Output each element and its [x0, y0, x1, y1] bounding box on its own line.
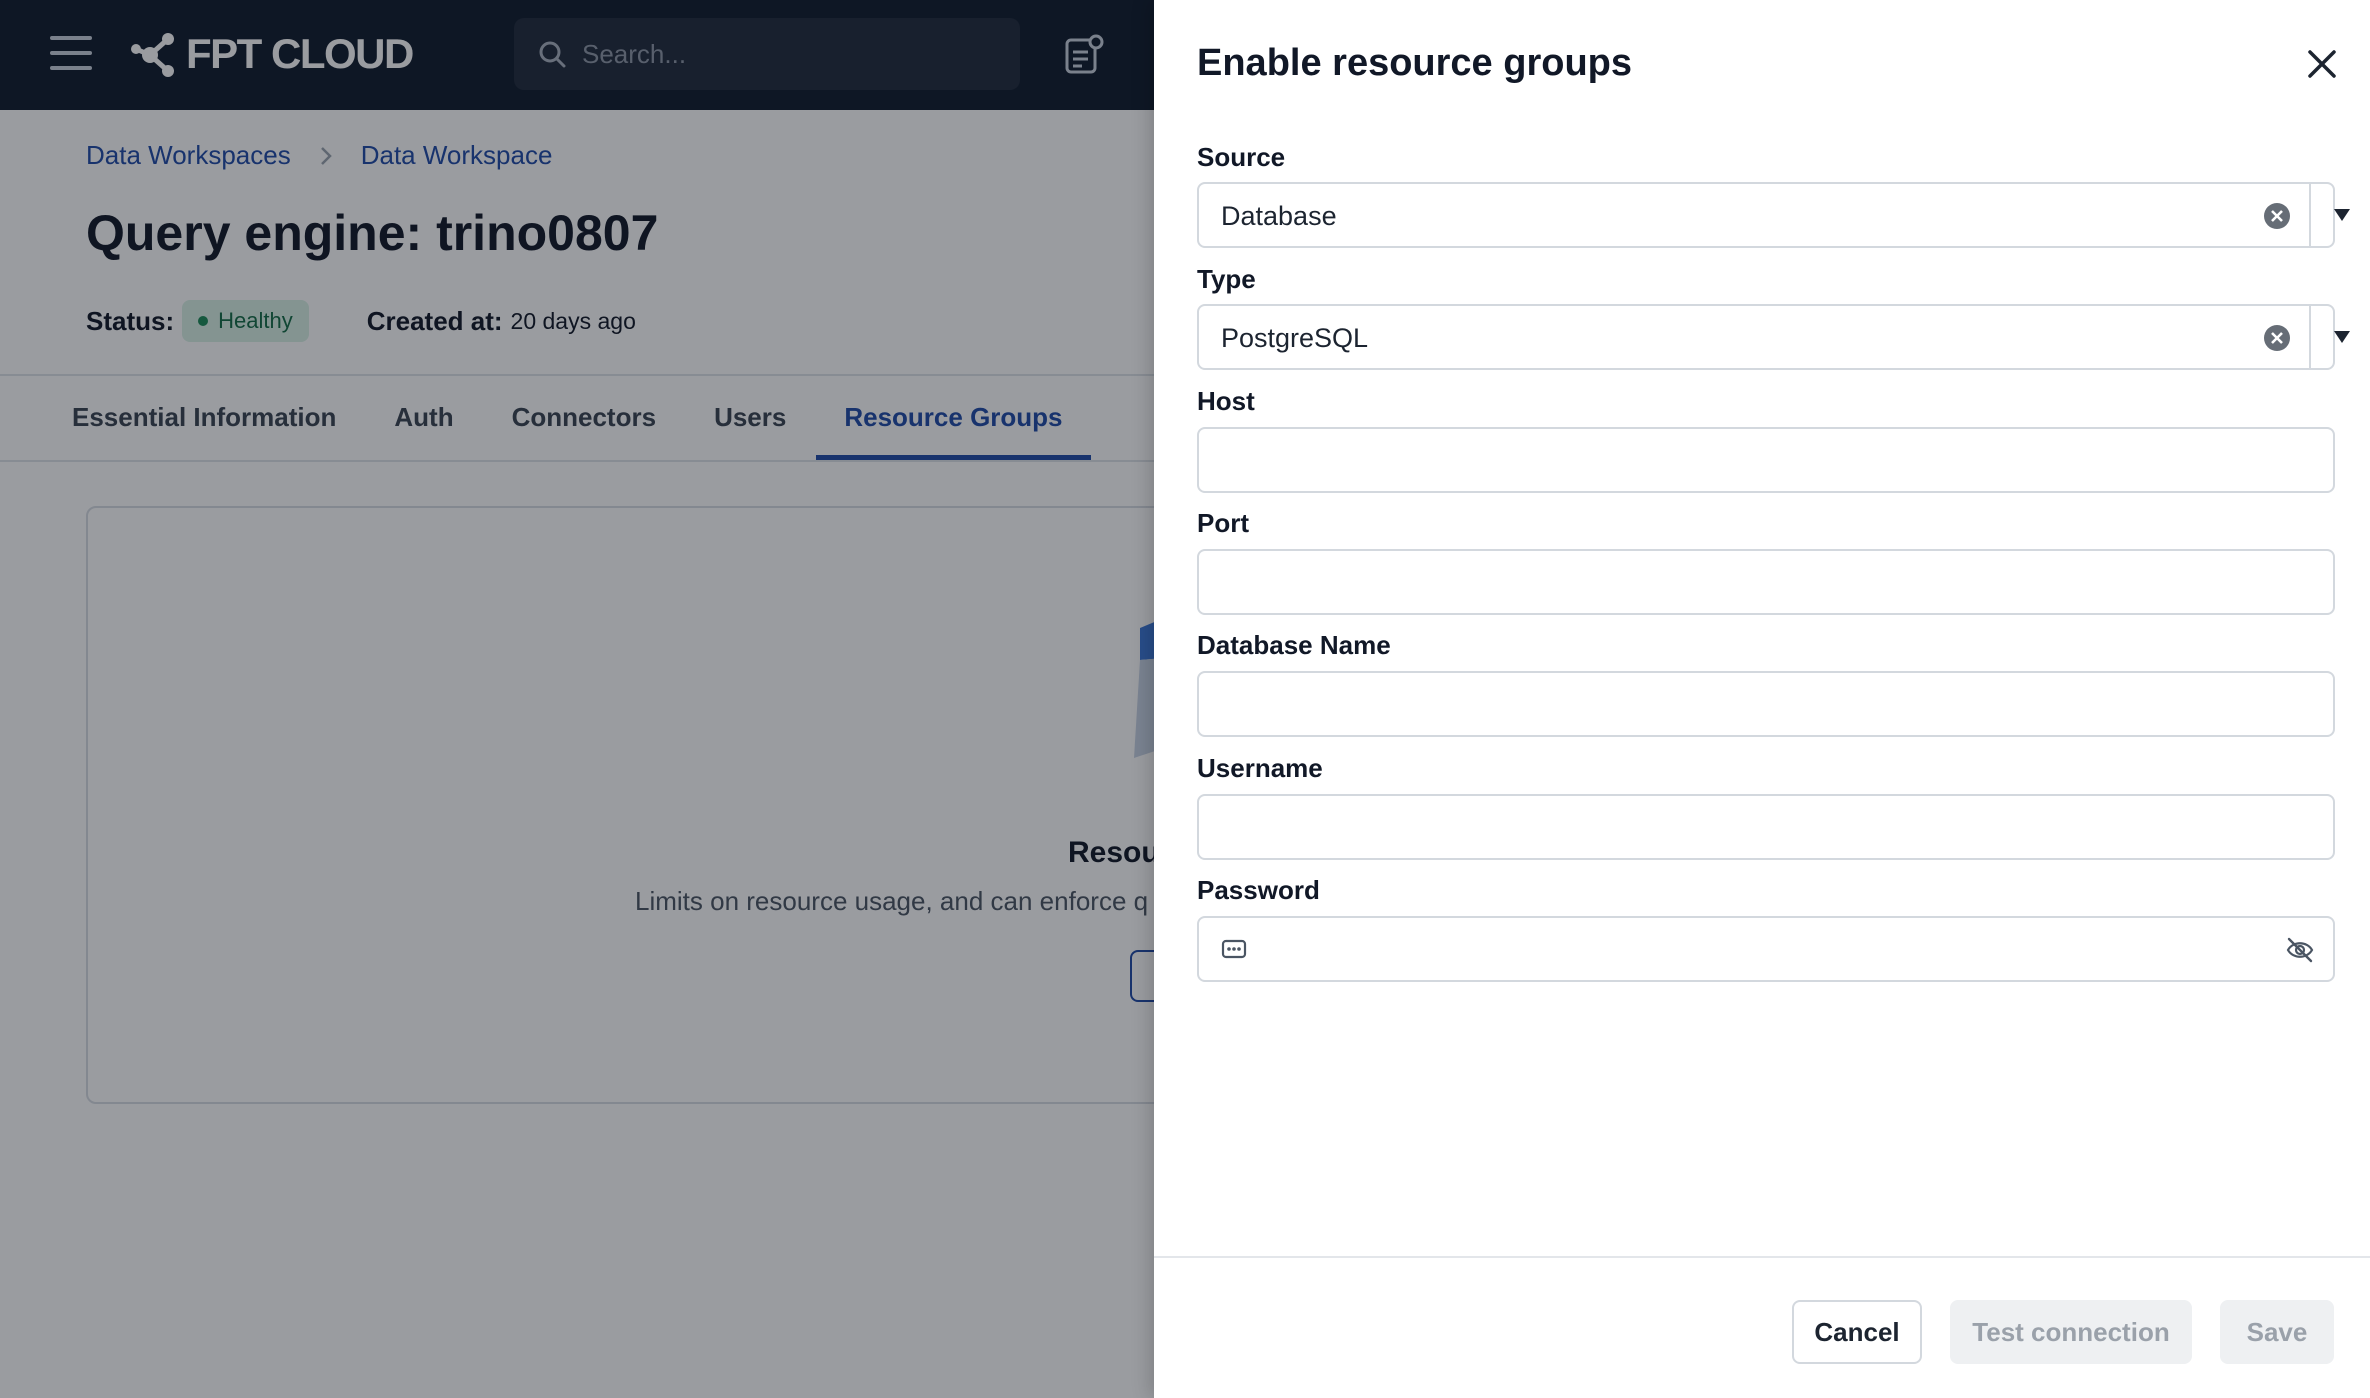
save-button[interactable]: Save: [2220, 1300, 2334, 1364]
caret-down-icon[interactable]: [2333, 329, 2351, 345]
clear-icon[interactable]: [2263, 324, 2291, 352]
close-icon[interactable]: [2304, 46, 2340, 82]
password-input[interactable]: [1259, 926, 2239, 972]
password-label: Password: [1197, 875, 1320, 905]
test-connection-button[interactable]: Test connection: [1950, 1300, 2192, 1364]
caret-down-icon[interactable]: [2333, 207, 2351, 223]
source-label: Source: [1197, 142, 1286, 172]
port-input[interactable]: [1197, 549, 2335, 615]
type-label: Type: [1197, 264, 1256, 294]
source-select[interactable]: Database: [1197, 182, 2350, 248]
footer-divider: [1154, 1256, 2370, 1258]
drawer-title: Enable resource groups: [1197, 42, 1633, 84]
divider: [2309, 306, 2311, 368]
password-icon: [1221, 939, 1247, 959]
password-field: [1197, 916, 2335, 982]
type-select[interactable]: PostgreSQL: [1197, 304, 2350, 370]
modal-overlay[interactable]: [0, 0, 1154, 1398]
divider: [2309, 184, 2311, 246]
clear-icon[interactable]: [2263, 202, 2291, 230]
eye-off-icon[interactable]: [2285, 936, 2315, 964]
username-label: Username: [1197, 753, 1323, 783]
host-label: Host: [1197, 386, 1255, 416]
username-input[interactable]: [1197, 794, 2335, 860]
port-label: Port: [1197, 508, 1249, 538]
enable-resource-groups-drawer: Enable resource groups Source Database T…: [1154, 0, 2370, 1398]
type-select-value: PostgreSQL: [1221, 323, 1369, 353]
source-select-value: Database: [1221, 201, 1337, 231]
cancel-button[interactable]: Cancel: [1792, 1300, 1922, 1364]
host-input[interactable]: [1197, 427, 2335, 493]
database-name-input[interactable]: [1197, 671, 2335, 737]
database-name-label: Database Name: [1197, 630, 1391, 660]
